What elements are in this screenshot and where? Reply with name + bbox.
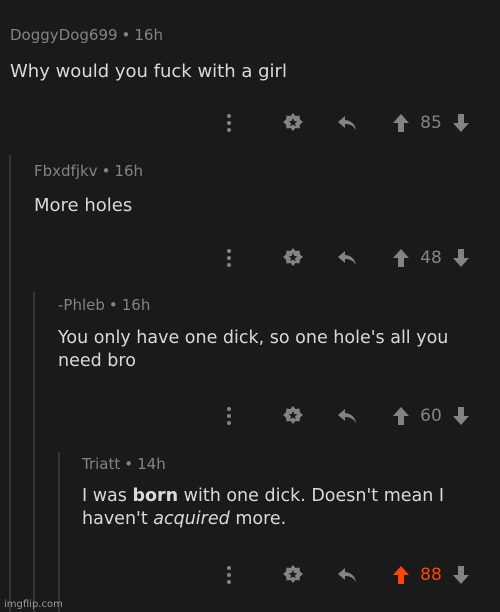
comment-actions: 88 [216, 562, 474, 588]
comment-age: 14h [137, 455, 166, 473]
comment-actions: 60 [216, 403, 474, 429]
comment-text: More holes [34, 195, 133, 216]
comment-body: I was born with one dick. Doesn't mean I… [82, 485, 444, 531]
reply-icon[interactable] [334, 562, 360, 588]
text-run: more. [229, 509, 287, 529]
upvote-icon[interactable] [388, 245, 414, 271]
comment-text-line: haven't acquired more. [82, 508, 444, 531]
vote-score: 60 [420, 406, 442, 426]
separator: • [108, 296, 118, 314]
vote-score: 85 [420, 113, 442, 133]
comment-actions: 85 [216, 110, 474, 136]
comment-author[interactable]: -Phleb [58, 296, 105, 314]
downvote-icon[interactable] [448, 110, 474, 136]
upvote-icon[interactable] [388, 110, 414, 136]
text-run: with one dick. Doesn't mean I [178, 486, 445, 506]
thread-line[interactable] [58, 452, 60, 612]
comment-body: More holes [34, 194, 132, 217]
comment-text-line: I was born with one dick. Doesn't mean I [82, 485, 444, 508]
separator: • [124, 455, 134, 473]
upvote-icon[interactable] [388, 403, 414, 429]
comment-header: Triatt • 14h [82, 455, 166, 473]
text-bold: born [132, 486, 179, 506]
more-options-icon[interactable] [216, 562, 242, 588]
award-icon[interactable] [280, 403, 306, 429]
comment-body: Why would you fuck with a girl [10, 60, 287, 83]
thread-line[interactable] [9, 155, 11, 612]
thread-line[interactable] [33, 292, 35, 612]
award-icon[interactable] [280, 110, 306, 136]
more-options-icon[interactable] [216, 245, 242, 271]
comment-actions: 48 [216, 245, 474, 271]
vote-score: 48 [420, 248, 442, 268]
downvote-icon[interactable] [448, 403, 474, 429]
comment-text-line: You only have one dick, so one hole's al… [58, 328, 449, 348]
comment-text: Why would you fuck with a girl [10, 61, 287, 82]
comment-author[interactable]: DoggyDog699 [10, 26, 118, 44]
more-options-icon[interactable] [216, 403, 242, 429]
reply-icon[interactable] [334, 245, 360, 271]
comment-header: Fbxdfjkv • 16h [34, 162, 143, 180]
comment-text-line: need bro [58, 351, 136, 371]
comment: -Phleb • 16h You only have one dick, so on… [58, 296, 500, 436]
comment-age: 16h [134, 26, 163, 44]
comment: Fbxdfjkv • 16h More holes 48 [34, 162, 500, 282]
vote-score: 88 [420, 565, 442, 585]
downvote-icon[interactable] [448, 245, 474, 271]
upvote-icon[interactable] [388, 562, 414, 588]
more-options-icon[interactable] [216, 110, 242, 136]
award-icon[interactable] [280, 562, 306, 588]
comment-author[interactable]: Triatt [82, 455, 120, 473]
text-run: haven't [82, 509, 154, 529]
comment-author[interactable]: Fbxdfjkv [34, 162, 98, 180]
reply-icon[interactable] [334, 403, 360, 429]
watermark: imgflip.com [4, 599, 63, 610]
comment: Triatt • 14h I was born with one dick. Doe… [82, 455, 500, 595]
text-run: I was [82, 486, 133, 506]
comment-header: DoggyDog699 • 16h [10, 26, 163, 44]
comment-age: 16h [114, 162, 144, 180]
comment-age: 16h [121, 296, 151, 314]
text-italic: acquired [153, 509, 230, 529]
separator: • [121, 26, 131, 44]
reply-icon[interactable] [334, 110, 360, 136]
separator: • [101, 162, 111, 180]
comment-thread: DoggyDog699 • 16h Why would you fuck with … [0, 0, 500, 612]
comment-header: -Phleb • 16h [58, 296, 150, 314]
downvote-icon[interactable] [448, 562, 474, 588]
comment-body: You only have one dick, so one hole's al… [58, 327, 448, 373]
comment: DoggyDog699 • 16h Why would you fuck with … [10, 26, 500, 146]
award-icon[interactable] [280, 245, 306, 271]
